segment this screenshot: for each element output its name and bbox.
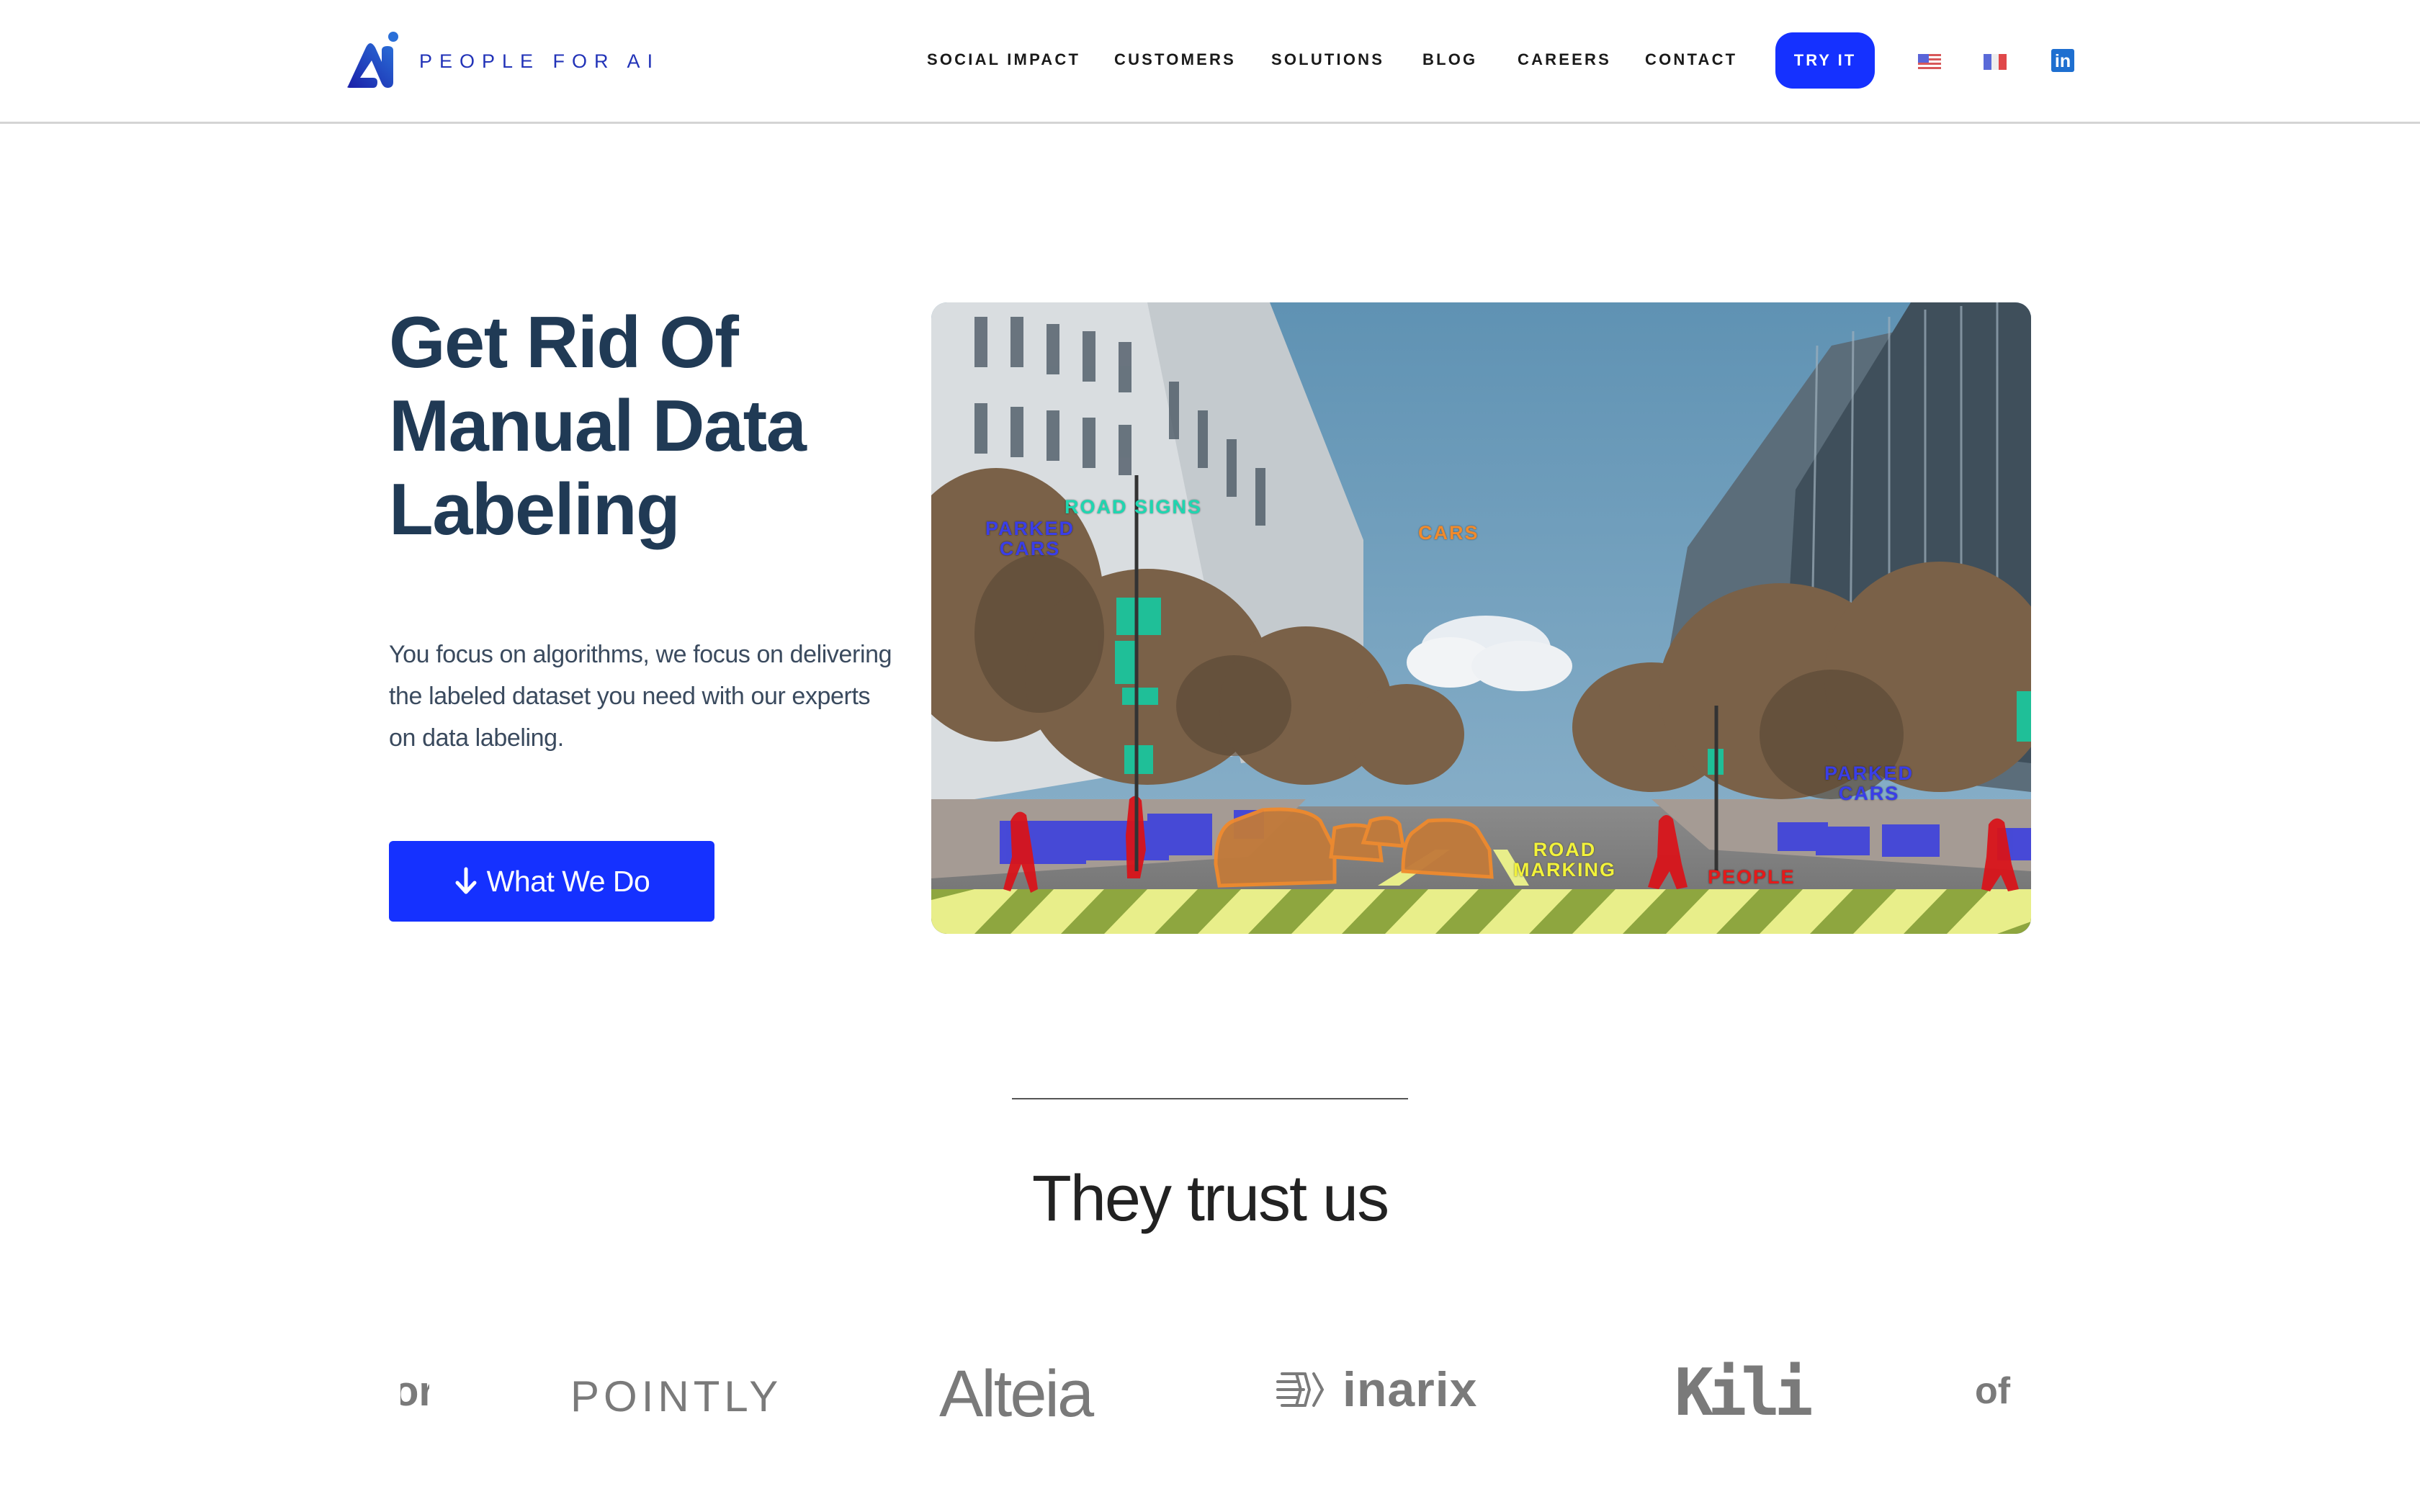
nav-social-impact[interactable]: SOCIAL IMPACT <box>927 48 1080 72</box>
hero-title-line: Labeling <box>389 469 681 550</box>
inarix-mark-icon <box>1276 1372 1325 1407</box>
nav-blog[interactable]: BLOG <box>1422 48 1477 72</box>
what-we-do-button[interactable]: What We Do <box>389 841 714 922</box>
client-logo-partial-right[interactable]: of <box>1975 1372 2010 1410</box>
nav-contact[interactable]: CONTACT <box>1645 48 1737 72</box>
label-parked-cars-right: PARKED CARS <box>1824 762 1914 804</box>
nav-customers[interactable]: CUSTOMERS <box>1114 48 1236 72</box>
trust-title: They trust us <box>1031 1163 1389 1235</box>
arrow-down-icon <box>455 867 477 894</box>
people-for-ai-logo-icon[interactable] <box>344 30 402 91</box>
fr-flag-icon[interactable] <box>1984 54 2007 70</box>
label-parked-cars-left: PARKED CARS <box>985 518 1075 559</box>
client-logo-pointly[interactable]: POINTLY <box>570 1375 782 1418</box>
client-logo-partial-left[interactable]: or <box>400 1371 429 1413</box>
logo-text: inarix <box>1343 1362 1478 1417</box>
nav-careers[interactable]: CAREERS <box>1518 48 1611 72</box>
label-road-signs: ROAD SIGNS <box>1065 496 1203 518</box>
label-cars: CARS <box>1418 522 1479 544</box>
us-flag-icon[interactable] <box>1918 54 1941 70</box>
hero-title-line: Get Rid Of <box>389 302 739 383</box>
linkedin-icon[interactable]: in <box>2051 49 2074 72</box>
label-people: PEOPLE <box>1708 866 1796 888</box>
nav-solutions[interactable]: SOLUTIONS <box>1271 48 1384 72</box>
section-divider <box>1012 1098 1408 1099</box>
brand-name[interactable]: PEOPLE FOR AI <box>419 49 660 73</box>
client-logo-inarix[interactable]: inarix <box>1275 1365 1477 1414</box>
client-logo-kili[interactable]: Kili <box>1675 1361 1814 1426</box>
site-header: PEOPLE FOR AI SOCIAL IMPACT CUSTOMERS SO… <box>0 0 2420 124</box>
hero-description: You focus on algorithms, we focus on del… <box>389 641 892 752</box>
try-it-button[interactable]: TRY IT <box>1775 32 1875 89</box>
street-scene-illustration <box>931 302 2031 934</box>
client-logo-alteia[interactable]: Alteia <box>939 1361 1094 1427</box>
hero-title-line: Manual Data <box>389 386 807 467</box>
what-we-do-label: What We Do <box>486 864 650 898</box>
hero-annotated-street-image: ROAD SIGNS PARKED CARS CARS ROAD MARKING… <box>931 302 2031 934</box>
label-road-marking: ROAD MARKING <box>1513 839 1616 881</box>
logo-text: or <box>400 1371 429 1413</box>
hero-title: Get Rid Of Manual Data Labeling <box>389 301 908 552</box>
